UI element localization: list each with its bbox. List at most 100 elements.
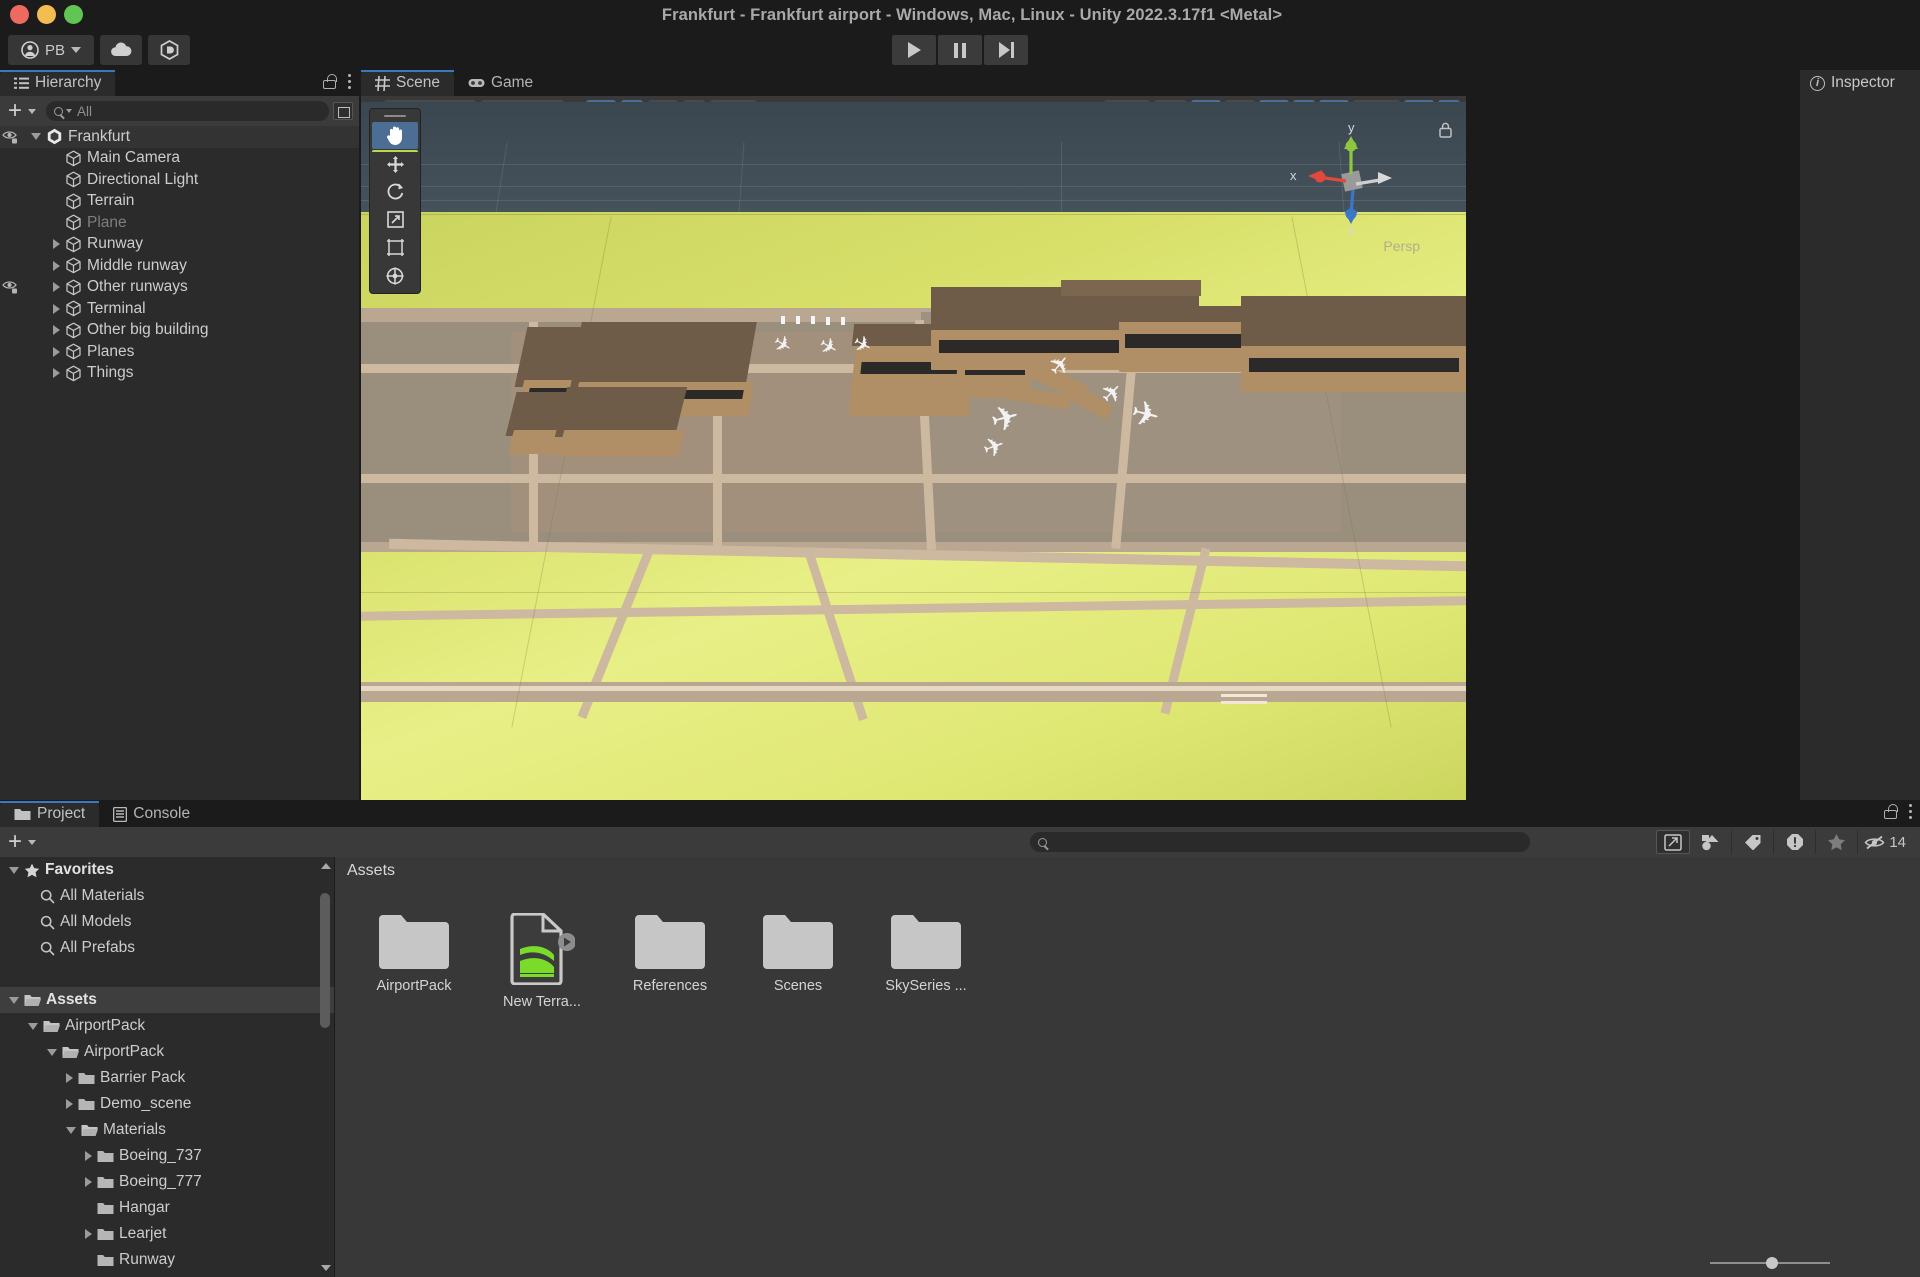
disclosure-triangle-closed[interactable] (85, 1229, 92, 1239)
project-tree-item-all-materials[interactable]: All Materials (0, 883, 334, 909)
disclosure-triangle-closed[interactable] (85, 1177, 92, 1187)
hierarchy-item-terminal[interactable]: Terminal (0, 298, 359, 320)
hierarchy-item-runway[interactable]: Runway (0, 234, 359, 256)
kebab-menu-icon[interactable] (1908, 804, 1912, 820)
asset-item-airportpack[interactable]: AirportPack (361, 913, 467, 1010)
disclosure-triangle-open[interactable] (31, 133, 41, 141)
hierarchy-item-main-camera[interactable]: Main Camera (0, 148, 359, 170)
disclosure-triangle-closed[interactable] (66, 1073, 73, 1083)
asset-item-skyseries-[interactable]: SkySeries ... (873, 913, 979, 1010)
scene-visibility-toggle[interactable] (2, 279, 20, 295)
disclosure-triangle-open[interactable] (28, 1022, 38, 1030)
disclosure-triangle-closed[interactable] (53, 325, 60, 336)
disclosure-triangle-closed[interactable] (53, 303, 60, 314)
overlay-drag-handle[interactable] (384, 115, 406, 117)
disclosure-triangle-closed[interactable] (53, 368, 60, 379)
save-search-button[interactable] (1656, 830, 1691, 854)
tab-project[interactable]: Project (0, 801, 100, 827)
tab-console[interactable]: Console (99, 801, 205, 827)
scroll-down-arrow-icon[interactable] (321, 1265, 331, 1271)
cloud-button[interactable] (100, 35, 142, 65)
scrollbar-thumb[interactable] (320, 893, 330, 1028)
transform-tool-button[interactable] (372, 262, 418, 289)
project-tree-item-all-models[interactable]: All Models (0, 909, 334, 935)
project-search-input[interactable] (1030, 832, 1530, 852)
hierarchy-item-middle-runway[interactable]: Middle runway (0, 255, 359, 277)
scroll-up-arrow-icon[interactable] (321, 863, 331, 869)
asset-item-references[interactable]: References (617, 913, 723, 1010)
scene-viewport[interactable]: ✈ ✈ ✈ ✈ ✈ ✈ ✈ ✈ y x z Persp (361, 102, 1466, 800)
tab-game[interactable]: Game (453, 70, 548, 96)
disclosure-triangle-closed[interactable] (53, 239, 60, 250)
chevron-down-icon[interactable] (28, 839, 37, 845)
hierarchy-item-terrain[interactable]: Terrain (0, 191, 359, 213)
hierarchy-item-other-runways[interactable]: Other runways (0, 277, 359, 299)
disclosure-triangle-closed[interactable] (66, 1099, 73, 1109)
disclosure-triangle-closed[interactable] (53, 282, 60, 293)
hand-tool-button[interactable] (372, 122, 418, 149)
project-tree-item-learjet[interactable]: Learjet (0, 1221, 334, 1247)
hierarchy-item-plane[interactable]: Plane (0, 212, 359, 234)
gizmo-lock-icon[interactable] (1439, 122, 1452, 143)
step-button[interactable] (984, 35, 1028, 65)
asset-item-new-terra-[interactable]: New Terra... (489, 912, 595, 1010)
project-tree-item-airportpack[interactable]: AirportPack (0, 1013, 334, 1039)
filter-by-label-button[interactable] (1732, 830, 1775, 854)
project-tree-item-airportpack[interactable]: AirportPack (0, 1039, 334, 1065)
lock-icon[interactable] (322, 74, 337, 90)
add-gameobject-button[interactable]: + (6, 99, 24, 123)
project-tree-item-boeing-777[interactable]: Boeing_777 (0, 1169, 334, 1195)
favorite-filter-button[interactable] (1816, 830, 1859, 854)
pause-button[interactable] (938, 35, 982, 65)
disclosure-triangle-closed[interactable] (53, 260, 60, 271)
lock-icon[interactable] (1883, 804, 1898, 820)
project-tree-item-all-prefabs[interactable]: All Prefabs (0, 935, 334, 961)
filter-by-type-button[interactable] (1690, 830, 1733, 854)
kebab-menu-icon[interactable] (347, 74, 351, 90)
disclosure-triangle-open[interactable] (66, 1126, 76, 1134)
gizmo-axis-y-label: y (1348, 120, 1355, 135)
project-tree-item-boeing-737[interactable]: Boeing_737 (0, 1143, 334, 1169)
chevron-down-icon[interactable] (28, 108, 37, 114)
asset-item-scenes[interactable]: Scenes (745, 913, 851, 1010)
project-tree-scrollbar[interactable] (320, 863, 331, 1271)
scene-visibility-toggle[interactable] (2, 129, 20, 145)
project-tree-item-demo-scene[interactable]: Demo_scene (0, 1091, 334, 1117)
project-tree-item-assets[interactable]: Assets (0, 987, 334, 1013)
scale-tool-button[interactable] (372, 206, 418, 233)
project-tree-item-barrier-pack[interactable]: Barrier Pack (0, 1065, 334, 1091)
disclosure-triangle-open[interactable] (9, 866, 19, 874)
slider-knob[interactable] (1766, 1257, 1778, 1269)
asset-zoom-slider[interactable] (1710, 1257, 1830, 1269)
project-tree-item-materials[interactable]: Materials (0, 1117, 334, 1143)
rect-tool-button[interactable] (372, 234, 418, 261)
hierarchy-item-things[interactable]: Things (0, 363, 359, 385)
rotate-tool-button[interactable] (372, 178, 418, 205)
tab-inspector[interactable]: i Inspector (1800, 70, 1920, 96)
account-button[interactable]: PB (8, 35, 94, 65)
move-tool-button[interactable] (372, 150, 418, 177)
tab-hierarchy[interactable]: Hierarchy (0, 70, 116, 96)
project-tree-item-favorites[interactable]: Favorites (0, 857, 334, 883)
scene-view-mode-label[interactable]: Persp (1383, 238, 1420, 254)
disclosure-triangle-open[interactable] (47, 1048, 57, 1056)
project-tree-item-hangar[interactable]: Hangar (0, 1195, 334, 1221)
disclosure-triangle-closed[interactable] (53, 346, 60, 357)
hierarchy-item-directional-light[interactable]: Directional Light (0, 169, 359, 191)
open-in-new-window-button[interactable] (333, 102, 353, 120)
hierarchy-item-frankfurt[interactable]: Frankfurt (0, 126, 359, 148)
services-button[interactable] (148, 35, 190, 65)
play-button[interactable] (892, 35, 936, 65)
disclosure-triangle-closed[interactable] (85, 1151, 92, 1161)
hidden-assets-indicator[interactable]: 14 (1858, 834, 1914, 851)
hierarchy-item-planes[interactable]: Planes (0, 341, 359, 363)
hierarchy-item-other-big-building[interactable]: Other big building (0, 320, 359, 342)
disclosure-triangle-open[interactable] (9, 996, 19, 1004)
warning-filter-button[interactable] (1774, 830, 1817, 854)
scene-orientation-gizmo[interactable]: y x z (1290, 120, 1406, 237)
tab-scene[interactable]: Scene (361, 70, 454, 96)
search-input[interactable]: All (46, 101, 329, 121)
content-scrollbar[interactable] (1909, 861, 1918, 1247)
project-tree-item-runway[interactable]: Runway (0, 1247, 334, 1273)
create-asset-button[interactable]: + (6, 830, 24, 854)
